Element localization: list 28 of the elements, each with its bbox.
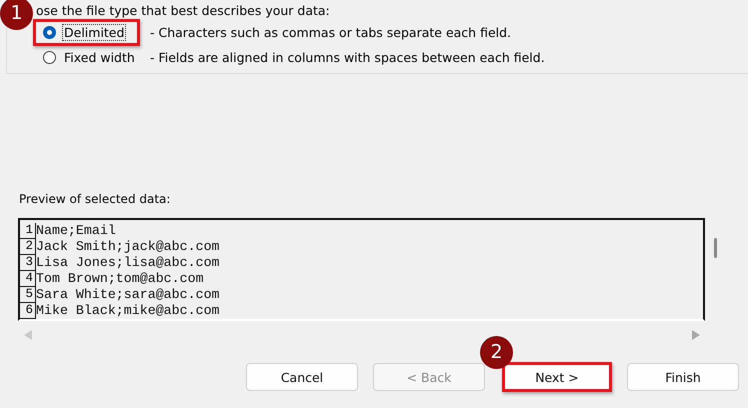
data-line: Sara White;sara@abc.com xyxy=(36,287,220,303)
option-description: - Characters such as commas or tabs separate each field. xyxy=(150,25,512,40)
scroll-right-icon[interactable] xyxy=(692,330,700,340)
wizard-button[interactable]: Finish xyxy=(627,363,739,391)
data-line: Jack Smith;jack@abc.com xyxy=(36,239,220,255)
data-line: Lisa Jones;lisa@abc.com xyxy=(36,255,220,271)
line-number: 4 xyxy=(20,271,36,287)
preview-label: Preview of selected data: xyxy=(19,192,172,208)
option-label[interactable]: Delimited xyxy=(62,24,126,41)
data-line: Mike Black;mike@abc.com xyxy=(36,303,220,319)
radio-button[interactable] xyxy=(43,51,56,64)
data-line: Name;Email xyxy=(36,223,116,239)
line-number: 3 xyxy=(20,255,36,271)
line-number: 1 xyxy=(20,223,36,239)
option-label[interactable]: Fixed width xyxy=(62,49,137,66)
radio-button[interactable] xyxy=(43,26,56,39)
scroll-thumb[interactable] xyxy=(714,238,717,258)
wizard-button[interactable]: Next > xyxy=(502,362,612,392)
scroll-left-icon[interactable] xyxy=(24,330,32,340)
line-number: 5 xyxy=(20,287,36,303)
group-heading: ose the file type that best describes your data: xyxy=(36,3,330,18)
step-badge: 2 xyxy=(480,336,513,369)
step-badge: 1 xyxy=(0,0,33,30)
data-line: Tom Brown;tom@abc.com xyxy=(36,271,204,287)
option-description: - Fields are aligned in columns with spaces between each field. xyxy=(150,50,545,65)
line-number: 6 xyxy=(20,303,36,319)
line-number: 2 xyxy=(20,239,36,255)
wizard-button[interactable]: Cancel xyxy=(246,363,358,391)
